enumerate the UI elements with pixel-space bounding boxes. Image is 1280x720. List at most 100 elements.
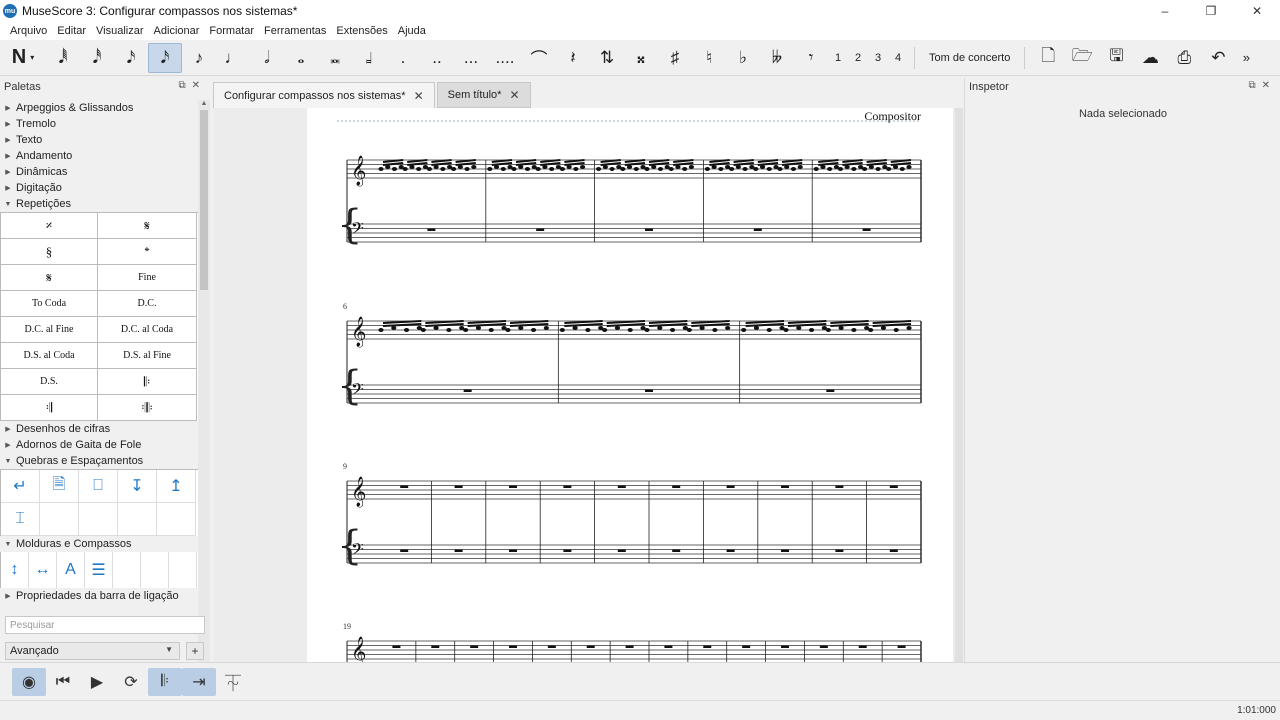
palette-gaita[interactable]: ▶ Adornos de Gaita de Fole (0, 437, 198, 453)
rewind-icon[interactable]: ⏮ (46, 668, 80, 696)
midi-input-icon[interactable]: ◉ (12, 667, 46, 696)
palette-andamento[interactable]: ▶ Andamento (0, 148, 198, 164)
natural-icon[interactable]: ♮ (692, 43, 726, 73)
open-file-icon[interactable]: 🗁 (1065, 43, 1099, 73)
palette-texto[interactable]: ▶ Texto (0, 132, 198, 148)
coda-icon[interactable]: 𝄌 (98, 239, 197, 265)
palette-digitacao[interactable]: ▶ Digitação (0, 180, 198, 196)
palette-scrollbar[interactable]: ▲ ▼ (198, 100, 210, 686)
palette-arpeggios[interactable]: ▶ Arpeggios & Glissandos (0, 100, 198, 116)
dc-al-fine-item[interactable]: D.C. al Fine (1, 317, 98, 343)
tab-sem-titulo[interactable]: Sem título* ✕ (436, 82, 531, 108)
segno-icon[interactable]: § (1, 239, 98, 265)
longa-icon[interactable]: 𝆷 (352, 43, 386, 73)
note-input-mode-button[interactable]: N ▾ (0, 43, 46, 73)
print-icon[interactable]: ⎙ (1167, 43, 1201, 73)
64th-note-icon[interactable]: 𝅘𝅥𝅱 (46, 43, 80, 73)
voice-4-button[interactable]: 4 (888, 43, 908, 73)
segno-serpent-icon[interactable]: 𝄋 (98, 213, 197, 239)
toolbar-overflow-icon[interactable]: » (1235, 43, 1257, 73)
score-view[interactable]: Compositor {𝄞𝄢{𝄞𝄢6{𝄞𝄢9{𝄞𝄢19 (213, 108, 963, 662)
close-tab-icon[interactable]: ✕ (509, 88, 519, 102)
palette-molduras[interactable]: ▼ Molduras e Compassos (0, 536, 198, 552)
workspace-select[interactable]: Avançado ▼ (5, 642, 180, 660)
section-break-icon[interactable]: ⎕ (79, 470, 118, 503)
voice-1-button[interactable]: 1 (828, 43, 848, 73)
menu-formatar[interactable]: Formatar (204, 25, 259, 37)
32nd-note-icon[interactable]: 𝅘𝅥𝅰 (80, 43, 114, 73)
tie-icon[interactable]: ⌒ (522, 43, 556, 73)
vertical-frame-icon[interactable]: ↕ (1, 552, 29, 588)
triple-dot-icon[interactable]: ... (454, 43, 488, 73)
eighth-note-icon[interactable]: ♪ (182, 43, 216, 73)
score-notation[interactable]: Compositor {𝄞𝄢{𝄞𝄢6{𝄞𝄢9{𝄞𝄢19 (307, 108, 953, 662)
flip-direction-icon[interactable]: ⇅ (590, 43, 624, 73)
palette-quebras[interactable]: ▼ Quebras e Espaçamentos (0, 453, 198, 469)
palette-dinamicas[interactable]: ▶ Dinâmicas (0, 164, 198, 180)
dot-icon[interactable]: . (386, 43, 420, 73)
menu-adicionar[interactable]: Adicionar (149, 25, 205, 37)
start-repeat-icon[interactable]: 𝄆 (98, 369, 197, 395)
horizontal-frame-icon[interactable]: ↔ (29, 552, 57, 588)
whole-note-icon[interactable]: 𝅝 (284, 43, 318, 73)
double-flat-icon[interactable]: 𝄫 (760, 43, 794, 73)
staff-spacer-fixed-icon[interactable]: ⌶ (1, 503, 40, 536)
close-tab-icon[interactable]: ✕ (414, 89, 424, 103)
menu-ferramentas[interactable]: Ferramentas (259, 25, 331, 37)
double-sharp-icon[interactable]: 𝄪 (624, 43, 658, 73)
voice-3-button[interactable]: 3 (868, 43, 888, 73)
quadruple-dot-icon[interactable]: .... (488, 43, 522, 73)
composer-text[interactable]: Compositor (864, 109, 921, 123)
measure-frame-icon[interactable]: ☰ (85, 552, 113, 588)
pan-score-icon[interactable]: ⇥ (182, 667, 216, 696)
voice-2-button[interactable]: 2 (848, 43, 868, 73)
page-break-icon[interactable]: 🗎 (40, 470, 79, 503)
fine-item[interactable]: Fine (98, 265, 197, 291)
palette-repeticoes[interactable]: ▼ Repetições (0, 196, 198, 212)
menu-extensoes[interactable]: Extensões (331, 25, 392, 37)
minimize-button[interactable]: – (1142, 0, 1188, 22)
sharp-icon[interactable]: ♯ (658, 43, 692, 73)
varied-coda-icon[interactable]: 𝄋 (1, 265, 98, 291)
new-score-icon[interactable]: 🗋 (1031, 43, 1065, 73)
end-start-repeat-icon[interactable]: 𝄇𝄆 (98, 395, 197, 421)
palette-panel-controls[interactable]: ⧉✕ (178, 80, 206, 91)
undo-icon[interactable]: ↶ (1201, 43, 1235, 73)
menu-visualizar[interactable]: Visualizar (91, 25, 149, 37)
menu-editar[interactable]: Editar (52, 25, 91, 37)
16th-note-icon[interactable]: 𝅘𝅥𝅯 (114, 43, 148, 73)
maximize-button[interactable]: ❐ (1188, 0, 1234, 22)
inspector-panel-controls[interactable]: ⧉✕ (1248, 80, 1276, 91)
save-icon[interactable]: 🖫 (1099, 43, 1133, 73)
loop-icon[interactable]: ⟳ (114, 668, 148, 696)
double-dot-icon[interactable]: .. (420, 43, 454, 73)
rest-toggle-icon[interactable]: 𝄾 (794, 43, 828, 73)
dc-item[interactable]: D.C. (98, 291, 197, 317)
menu-arquivo[interactable]: Arquivo (5, 25, 52, 37)
tab-configurar-compassos[interactable]: Configurar compassos nos sistemas* ✕ (213, 82, 435, 108)
text-frame-icon[interactable]: A (57, 552, 85, 588)
rest-icon[interactable]: 𝄽 (556, 43, 590, 73)
menu-ajuda[interactable]: Ajuda (393, 25, 431, 37)
dc-al-coda-item[interactable]: D.C. al Coda (98, 317, 197, 343)
play-icon[interactable]: ▶ (80, 668, 114, 696)
close-window-button[interactable]: ✕ (1234, 0, 1280, 22)
quarter-note-icon[interactable]: ♩ (216, 43, 250, 73)
half-note-icon[interactable]: 𝅗𝅥 (250, 43, 284, 73)
scroll-thumb[interactable] (200, 110, 208, 290)
ds-al-fine-item[interactable]: D.S. al Fine (98, 343, 197, 369)
scroll-up-arrow-icon[interactable]: ▲ (198, 100, 210, 110)
ds-item[interactable]: D.S. (1, 369, 98, 395)
play-repeats-icon[interactable]: 𝄆 (148, 667, 182, 696)
concert-pitch-button[interactable]: Tom de concerto (921, 43, 1018, 73)
16th-note-selected-icon[interactable]: 𝅘𝅥𝅯 (148, 42, 182, 73)
palette-beam-properties[interactable]: ▶ Propriedades da barra de ligação (0, 588, 198, 604)
metronome-icon[interactable]: ⏇ (216, 668, 250, 696)
system-break-icon[interactable]: ↵ (1, 470, 40, 503)
ds-al-coda-item[interactable]: D.S. al Coda (1, 343, 98, 369)
palette-tremolo[interactable]: ▶ Tremolo (0, 116, 198, 132)
end-repeat-icon[interactable]: 𝄇 (1, 395, 98, 421)
staff-spacer-down-icon[interactable]: ↧ (118, 470, 157, 503)
palette-cifras[interactable]: ▶ Desenhos de cifras (0, 421, 198, 437)
upload-cloud-icon[interactable]: ☁ (1133, 43, 1167, 73)
